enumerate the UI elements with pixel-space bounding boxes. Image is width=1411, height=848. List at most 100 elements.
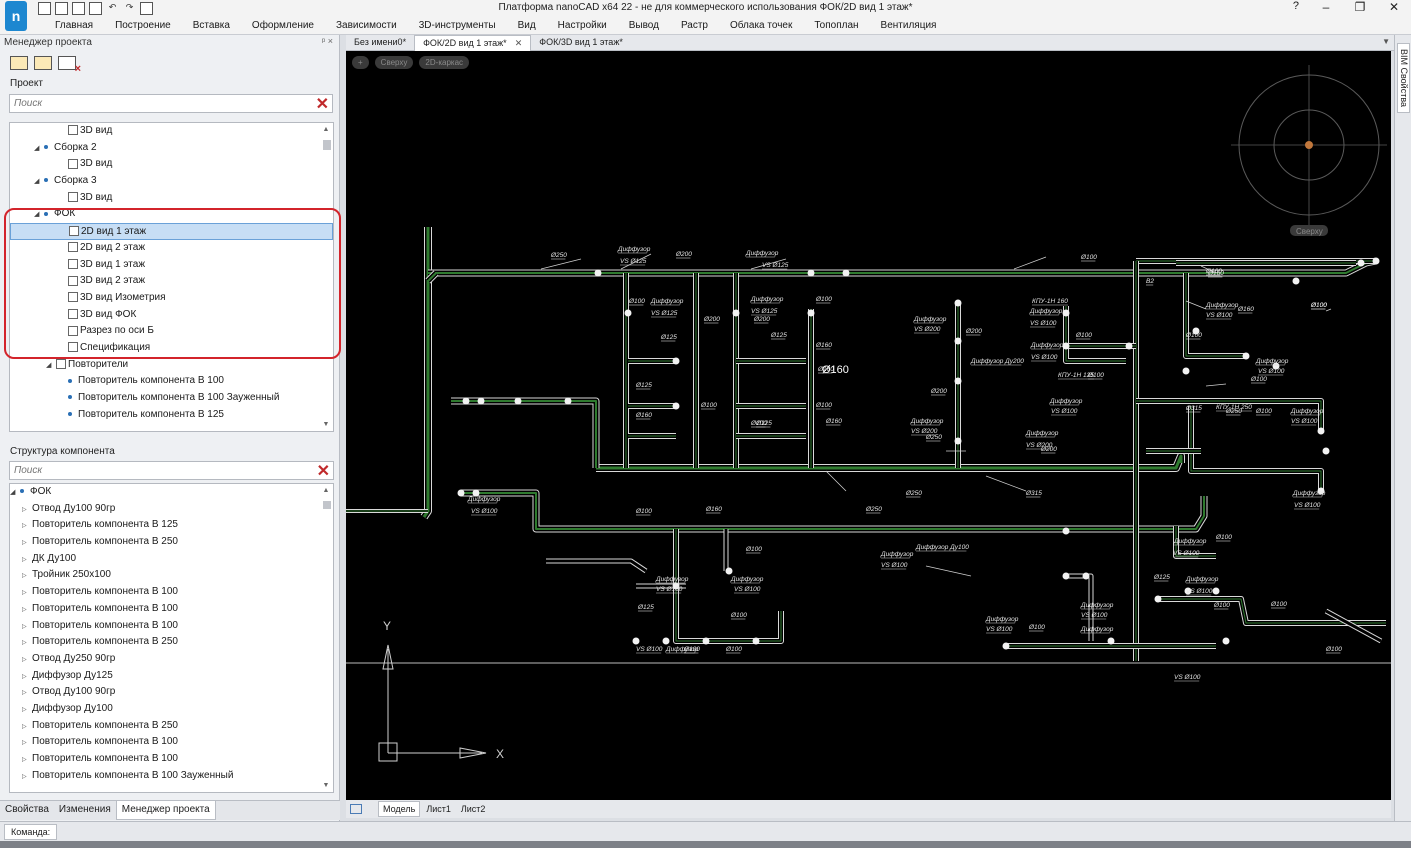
tree-item[interactable]: Повторитель компонента В 100 Зауженный	[10, 390, 333, 407]
expand-toggle-icon[interactable]: ▷	[22, 535, 32, 552]
maximize-button[interactable]: ❐	[1343, 0, 1377, 16]
tree-item[interactable]: ▷ Повторитель компонента В 100	[10, 584, 333, 601]
tab-changes[interactable]: Изменения	[54, 801, 116, 820]
tree-item[interactable]: Разрез по оси Б	[10, 323, 333, 340]
expand-toggle-icon[interactable]: ▷	[22, 752, 32, 769]
tab-sheet1[interactable]: Лист1	[422, 802, 455, 816]
tab-output[interactable]: Вывод	[618, 20, 670, 31]
expand-toggle-icon[interactable]: ▷	[22, 669, 32, 686]
expand-toggle-icon[interactable]: ◢	[46, 358, 56, 375]
tab-point-clouds[interactable]: Облака точек	[719, 20, 803, 31]
expand-toggle-icon[interactable]: ◢	[34, 174, 44, 191]
clear-search-icon[interactable]: ✕	[316, 94, 329, 114]
clear-structure-search-icon[interactable]: ✕	[317, 461, 330, 481]
tab-annotate[interactable]: Оформление	[241, 20, 325, 31]
layout-icon[interactable]	[350, 804, 362, 814]
tree-item[interactable]: ▷ Повторитель компонента В 250	[10, 718, 333, 735]
tree-item[interactable]: ◢ ФОК	[10, 484, 333, 501]
expand-toggle-icon[interactable]: ◢	[34, 207, 44, 224]
tabs-menu-icon[interactable]: ▼	[1382, 37, 1390, 46]
view-menu-button[interactable]: +	[352, 56, 369, 69]
new-project-icon[interactable]	[10, 56, 28, 70]
expand-toggle-icon[interactable]: ▷	[22, 735, 32, 752]
tree-item[interactable]: ▷ Повторитель компонента В 250	[10, 534, 333, 551]
drawing-canvas[interactable]: + Сверху 2D-каркас Ø250 Диффузор VS Ø125 Ø2…	[346, 51, 1391, 800]
tree-item[interactable]: ▷ Отвод Ду100 90гр	[10, 684, 333, 701]
bim-properties-tab[interactable]: BIM Свойства	[1397, 43, 1410, 113]
tree-item[interactable]: ▷ Диффузор Ду125	[10, 668, 333, 685]
expand-toggle-icon[interactable]: ▷	[22, 602, 32, 619]
tree-item[interactable]: ▷ Тройник 250х100	[10, 567, 333, 584]
tree-item[interactable]: 3D вид 1 этаж	[10, 257, 333, 274]
tab-topoplan[interactable]: Топоплан	[803, 20, 869, 31]
tree-item[interactable]: ▷ ДК Ду100	[10, 551, 333, 568]
tree-item[interactable]: ▷ Отвод Ду250 90гр	[10, 651, 333, 668]
tab-raster[interactable]: Растр	[670, 20, 719, 31]
tab-project-manager[interactable]: Менеджер проекта	[115, 801, 216, 820]
tab-settings[interactable]: Настройки	[547, 20, 618, 31]
expand-toggle-icon[interactable]: ▷	[22, 552, 32, 569]
tree-item[interactable]: 3D вид	[10, 123, 333, 140]
tree-item[interactable]: ▷ Повторитель компонента В 250	[10, 634, 333, 651]
tab-3d-tools[interactable]: 3D-инструменты	[408, 20, 507, 31]
expand-toggle-icon[interactable]: ▷	[22, 652, 32, 669]
expand-toggle-icon[interactable]: ▷	[22, 619, 32, 636]
help-icon[interactable]: ?	[1293, 0, 1299, 12]
tree-item[interactable]: 3D вид 2 этаж	[10, 273, 333, 290]
tree-item[interactable]: ◢ Сборка 2	[10, 140, 333, 157]
tab-insert[interactable]: Вставка	[182, 20, 241, 31]
expand-toggle-icon[interactable]: ◢	[34, 141, 44, 158]
tab-ventilation[interactable]: Вентиляция	[870, 20, 948, 31]
tree-item[interactable]: ▷ Повторитель компонента В 100	[10, 601, 333, 618]
expand-toggle-icon[interactable]: ▷	[22, 585, 32, 602]
doc-tab-3d-floor1[interactable]: ФОК/3D вид 1 этаж*	[531, 35, 631, 51]
viewcube-label[interactable]: Сверху	[1296, 227, 1323, 236]
tab-properties[interactable]: Свойства	[0, 801, 54, 820]
tree-item[interactable]: 3D вид	[10, 156, 333, 173]
close-project-icon[interactable]	[58, 56, 81, 75]
tree-item[interactable]: ▷ Повторитель компонента В 100	[10, 618, 333, 635]
tree-item[interactable]: 2D вид 2 этаж	[10, 240, 333, 257]
tab-construction[interactable]: Построение	[104, 20, 182, 31]
tree-item[interactable]: 3D вид Изометрия	[10, 290, 333, 307]
tree-item[interactable]: ◢ Повторители	[10, 357, 333, 374]
command-line[interactable]: Команда:	[4, 824, 58, 840]
structure-search-input[interactable]	[10, 462, 300, 479]
tab-sheet2[interactable]: Лист2	[457, 802, 490, 816]
tab-home[interactable]: Главная	[44, 20, 104, 31]
view-direction-button[interactable]: Сверху	[374, 56, 414, 69]
expand-toggle-icon[interactable]: ▷	[22, 685, 32, 702]
expand-toggle-icon[interactable]: ▷	[22, 702, 32, 719]
expand-toggle-icon[interactable]: ▷	[22, 568, 32, 585]
close-button[interactable]: ✕	[1377, 0, 1411, 16]
tree-item[interactable]: Спецификация	[10, 340, 333, 357]
tree-item[interactable]: ▷ Отвод Ду100 90гр	[10, 501, 333, 518]
pin-icon[interactable]: ᵖ ×	[322, 36, 333, 46]
tree-item[interactable]: ▷ Повторитель компонента В 125	[10, 517, 333, 534]
tree-item[interactable]: Повторитель компонента В 125	[10, 407, 333, 424]
tree-item[interactable]: 3D вид	[10, 190, 333, 207]
expand-toggle-icon[interactable]: ▷	[22, 769, 32, 786]
tab-constraints[interactable]: Зависимости	[325, 20, 408, 31]
open-project-icon[interactable]	[34, 56, 52, 70]
expand-toggle-icon[interactable]: ▷	[22, 518, 32, 535]
tree-item[interactable]: 2D вид 1 этаж	[10, 223, 333, 240]
project-search-input[interactable]	[10, 95, 300, 112]
doc-tab-2d-floor1[interactable]: ФОК/2D вид 1 этаж* ✕	[414, 35, 532, 51]
project-tree-scrollbar[interactable]: ▲ ▼	[321, 126, 331, 428]
tree-item[interactable]: ▷ Повторитель компонента В 100	[10, 734, 333, 751]
visual-style-button[interactable]: 2D-каркас	[419, 56, 470, 69]
tab-view[interactable]: Вид	[507, 20, 547, 31]
expand-toggle-icon[interactable]: ▷	[22, 635, 32, 652]
tree-item[interactable]: ▷ Диффузор Ду100	[10, 701, 333, 718]
tree-item[interactable]: ▷ Повторитель компонента В 100	[10, 751, 333, 768]
expand-toggle-icon[interactable]: ◢	[10, 485, 20, 502]
structure-tree-scrollbar[interactable]: ▲ ▼	[321, 487, 331, 789]
doc-tab-untitled[interactable]: Без имени0*	[346, 35, 414, 51]
expand-toggle-icon[interactable]: ▷	[22, 502, 32, 519]
tree-item[interactable]: Повторитель компонента В 100	[10, 373, 333, 390]
tree-item[interactable]: ◢ Сборка 3	[10, 173, 333, 190]
close-tab-icon[interactable]: ✕	[515, 38, 523, 48]
tab-model[interactable]: Модель	[378, 801, 421, 817]
tree-item[interactable]: ▷ Повторитель компонента В 100 Зауженный	[10, 768, 333, 785]
